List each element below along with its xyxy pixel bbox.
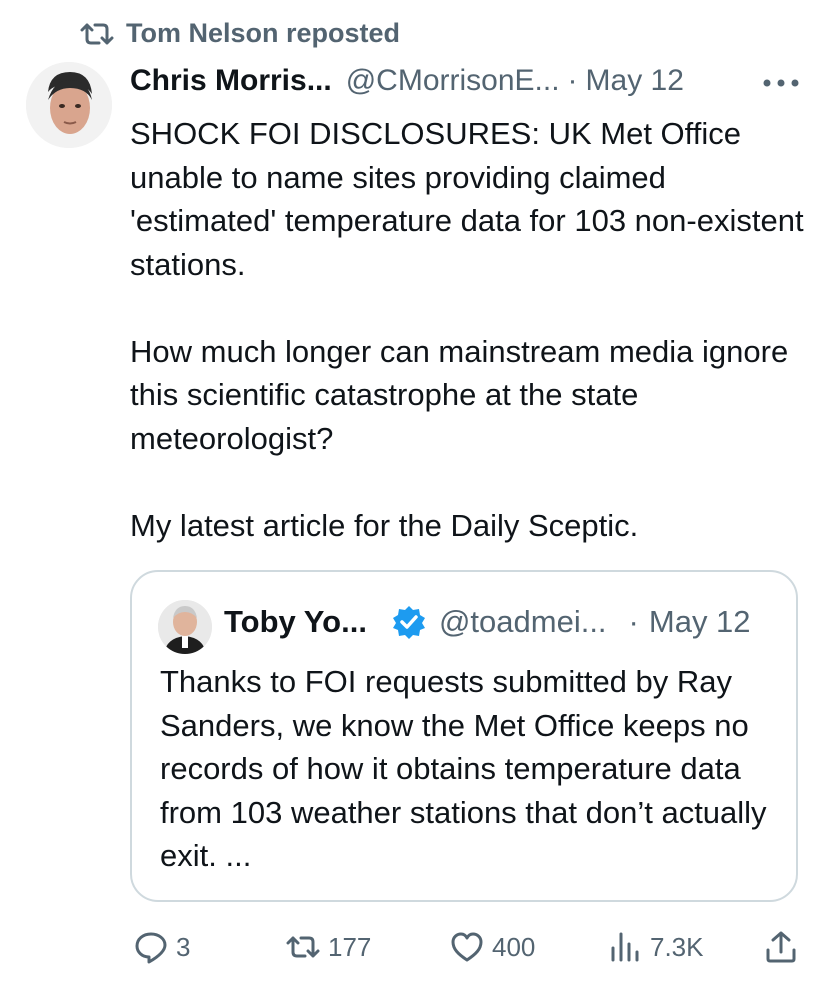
reply-icon [135, 932, 167, 964]
action-bar: 3 177 400 7.3K [134, 930, 806, 974]
repost-button[interactable]: 177 [286, 930, 371, 964]
repost-count: 177 [328, 931, 372, 962]
author-name[interactable]: Chris Morris... [130, 64, 332, 98]
reply-count: 3 [176, 931, 191, 962]
avatar[interactable] [26, 62, 112, 148]
quoted-separator-dot: · [628, 604, 639, 639]
like-count: 400 [492, 931, 536, 962]
tweet-header: Chris Morris... @CMorrisonE... · May 12 [130, 64, 810, 98]
like-button[interactable]: 400 [450, 930, 535, 964]
more-options-icon[interactable] [762, 76, 800, 90]
reply-button[interactable]: 3 [134, 930, 190, 964]
author-handle[interactable]: @CMorrisonE... [346, 64, 560, 98]
repost-indicator[interactable]: Tom Nelson reposted [80, 18, 400, 49]
share-button[interactable] [764, 930, 798, 964]
repost-label: Tom Nelson reposted [126, 18, 401, 48]
share-icon [766, 931, 796, 963]
quoted-text: Thanks to FOI requests submitted by Ray … [160, 664, 767, 873]
heart-icon [451, 932, 483, 962]
verified-badge-icon [392, 606, 425, 639]
quoted-header: Toby Yo... @toadmei... · May 12 [224, 604, 784, 640]
quoted-author-name[interactable]: Toby Yo... [224, 604, 367, 640]
quoted-tweet[interactable]: Toby Yo... @toadmei... · May 12 Thanks t… [130, 570, 798, 902]
quoted-avatar[interactable] [158, 600, 212, 654]
views-count: 7.3K [650, 931, 704, 962]
views-button[interactable]: 7.3K [608, 930, 704, 964]
quoted-date[interactable]: May 12 [649, 604, 751, 640]
repost-icon [286, 936, 320, 958]
views-icon [611, 932, 639, 962]
quoted-avatar-image [158, 600, 212, 654]
avatar-image [26, 62, 112, 148]
repost-icon [80, 23, 114, 44]
tweet-text: SHOCK FOI DISCLOSURES: UK Met Office una… [130, 116, 804, 543]
quoted-author-handle[interactable]: @toadmei... [439, 604, 607, 640]
separator-dot: · [567, 64, 578, 97]
tweet-date[interactable]: May 12 [586, 64, 684, 98]
